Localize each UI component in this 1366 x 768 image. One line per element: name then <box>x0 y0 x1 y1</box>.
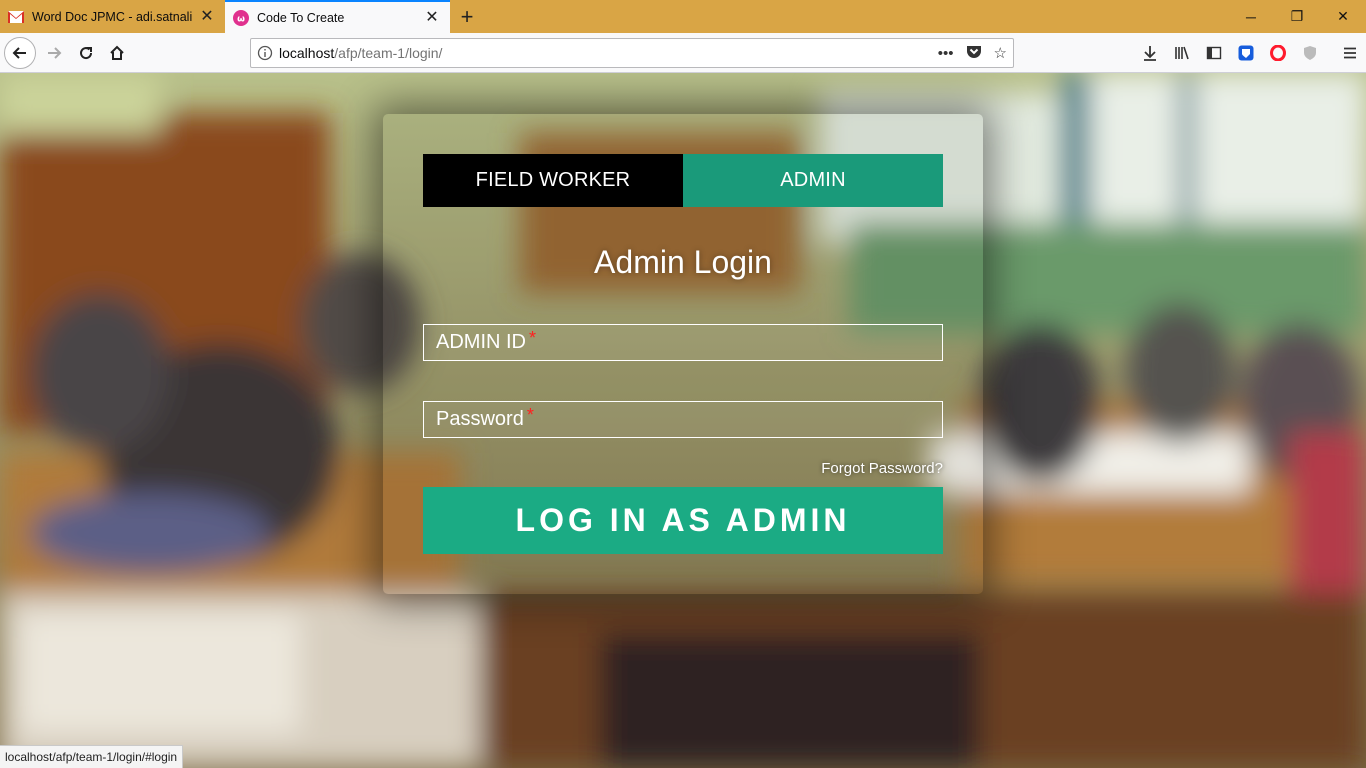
opera-extension-icon[interactable] <box>1262 37 1294 69</box>
required-asterisk: * <box>529 328 537 348</box>
url-path: /afp/team-1/login/ <box>334 45 443 61</box>
window-close-icon[interactable]: ✕ <box>1320 0 1366 33</box>
home-icon <box>110 45 124 60</box>
close-icon[interactable]: ✕ <box>424 9 440 26</box>
login-role-tabs: FIELD WORKER ADMIN <box>423 154 943 207</box>
browser-tab-gmail[interactable]: Word Doc JPMC - adi.satnalika ✕ <box>0 0 225 33</box>
new-tab-button[interactable]: + <box>450 0 484 33</box>
reload-button[interactable] <box>70 37 102 69</box>
back-arrow-icon <box>12 47 26 59</box>
toolbar-icons <box>1134 33 1366 73</box>
shield-icon[interactable] <box>1294 37 1326 69</box>
password-input[interactable]: Password * <box>423 401 943 438</box>
address-bar-actions: ••• ☆ <box>938 39 1007 67</box>
minimize-icon[interactable]: ─ <box>1228 0 1274 33</box>
restore-icon[interactable]: ❐ <box>1274 0 1320 33</box>
browser-tab-strip: Word Doc JPMC - adi.satnalika ✕ ω Code T… <box>0 0 1366 33</box>
forgot-password-link[interactable]: Forgot Password? <box>821 460 943 477</box>
home-button[interactable] <box>101 37 133 69</box>
forward-arrow-icon <box>48 47 62 59</box>
close-icon[interactable]: ✕ <box>199 8 215 25</box>
bookmark-star-icon[interactable]: ☆ <box>994 44 1007 62</box>
gmail-icon <box>8 9 24 25</box>
status-bar-url: localhost/afp/team-1/login/#login <box>0 745 184 768</box>
browser-tab-title: Word Doc JPMC - adi.satnalika <box>32 9 193 24</box>
svg-text:ω: ω <box>237 14 245 24</box>
library-icon[interactable] <box>1166 37 1198 69</box>
forward-button[interactable] <box>38 37 70 69</box>
password-placeholder: Password <box>436 408 524 430</box>
reload-icon <box>80 47 93 60</box>
admin-id-input[interactable]: ADMIN ID * <box>423 324 943 361</box>
page-title: Admin Login <box>594 244 772 280</box>
code-to-create-icon: ω <box>233 9 249 26</box>
url-host: localhost <box>279 45 335 61</box>
sidebar-icon[interactable] <box>1198 37 1230 69</box>
toolbar-separator <box>1326 37 1334 69</box>
site-info-icon[interactable] <box>251 45 279 61</box>
browser-tab-title: Code To Create <box>257 10 345 25</box>
address-bar[interactable]: localhost/afp/team-1/login/ ••• ☆ <box>250 38 1014 68</box>
window-controls: ─ ❐ ✕ <box>1228 0 1366 33</box>
page-actions-icon[interactable]: ••• <box>938 45 954 62</box>
admin-id-placeholder: ADMIN ID <box>436 331 526 353</box>
pocket-icon[interactable] <box>966 43 982 63</box>
browser-tab-code-to-create[interactable]: ω Code To Create ✕ <box>225 0 450 33</box>
required-asterisk: * <box>526 405 534 425</box>
login-as-admin-button[interactable]: LOG IN AS ADMIN <box>423 487 943 554</box>
login-card: FIELD WORKER ADMIN Admin Login ADMIN ID *… <box>383 114 983 594</box>
tab-admin[interactable]: ADMIN <box>683 154 943 207</box>
navigation-bar: localhost/afp/team-1/login/ ••• ☆ <box>0 33 1366 73</box>
back-button[interactable] <box>4 37 36 69</box>
download-icon[interactable] <box>1134 37 1166 69</box>
tab-field-worker[interactable]: FIELD WORKER <box>423 154 683 207</box>
menu-icon[interactable] <box>1334 37 1366 69</box>
bitwarden-extension-icon[interactable] <box>1230 37 1262 69</box>
page-viewport: FIELD WORKER ADMIN Admin Login ADMIN ID *… <box>0 73 1366 768</box>
